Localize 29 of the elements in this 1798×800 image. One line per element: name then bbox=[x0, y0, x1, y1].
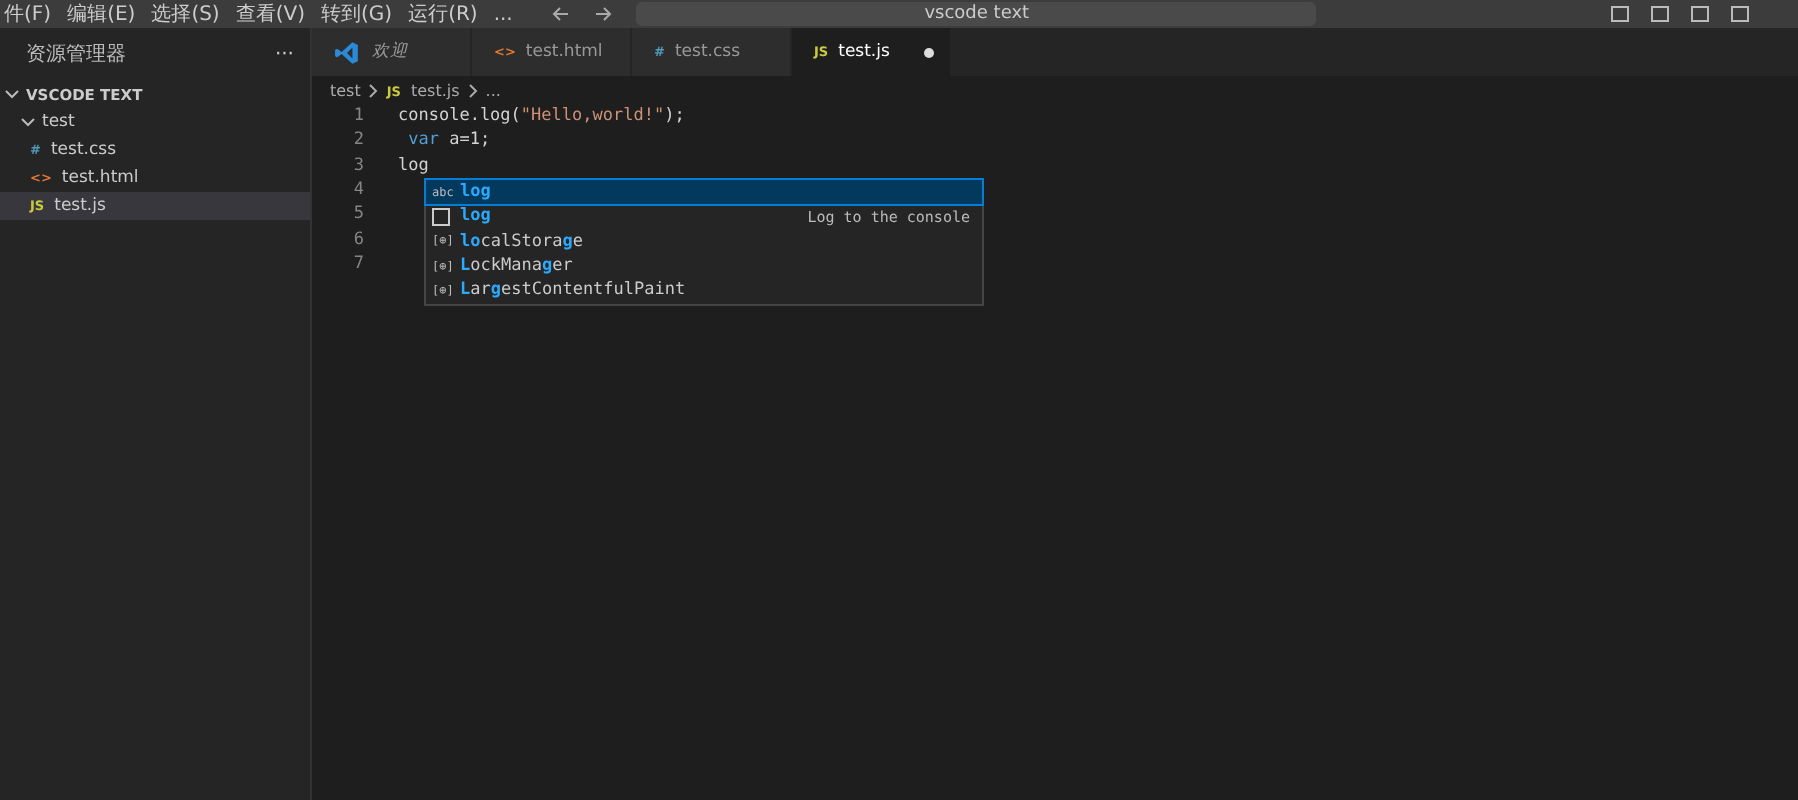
chevron-icon bbox=[368, 83, 379, 97]
line-number: 2 bbox=[351, 130, 364, 151]
menu-item[interactable]: 编辑(E) bbox=[67, 1, 136, 27]
layout-icons[interactable] bbox=[1610, 6, 1750, 22]
line-number: 7 bbox=[351, 253, 364, 274]
menu-item[interactable]: 查看(V) bbox=[235, 1, 305, 27]
menu-item[interactable]: 件(F) bbox=[4, 1, 52, 27]
line-number: 1 bbox=[351, 106, 364, 127]
line-number: 4 bbox=[351, 180, 364, 201]
line-number: 3 bbox=[351, 155, 364, 176]
breadcrumb-item[interactable]: test bbox=[330, 81, 361, 99]
code-line: console.log("Hello,world!"); bbox=[398, 106, 685, 127]
menu-item[interactable]: 选择(S) bbox=[151, 1, 220, 27]
folder-item[interactable]: test bbox=[0, 108, 310, 136]
menu-item[interactable]: ... bbox=[493, 1, 513, 27]
editor-tab[interactable]: 欢迎 bbox=[312, 28, 472, 76]
line-number: 6 bbox=[351, 229, 364, 250]
line-number: 5 bbox=[351, 204, 364, 225]
menu-item[interactable]: 运行(R) bbox=[408, 1, 478, 27]
menu-item[interactable]: 转到(G) bbox=[321, 1, 393, 27]
chevron-icon bbox=[467, 83, 478, 97]
editor-logo-icon bbox=[334, 39, 360, 65]
explorer-title: 资源管理器 bbox=[26, 42, 126, 68]
breadcrumb-item[interactable]: ... bbox=[485, 81, 501, 99]
code-line: var a=1; bbox=[406, 130, 491, 151]
more-actions-button[interactable]: ··· bbox=[274, 43, 294, 65]
command-search-field[interactable]: vscode text bbox=[636, 2, 1317, 26]
code-line: log bbox=[398, 155, 429, 176]
navigation-arrows-icon[interactable] bbox=[552, 4, 613, 24]
